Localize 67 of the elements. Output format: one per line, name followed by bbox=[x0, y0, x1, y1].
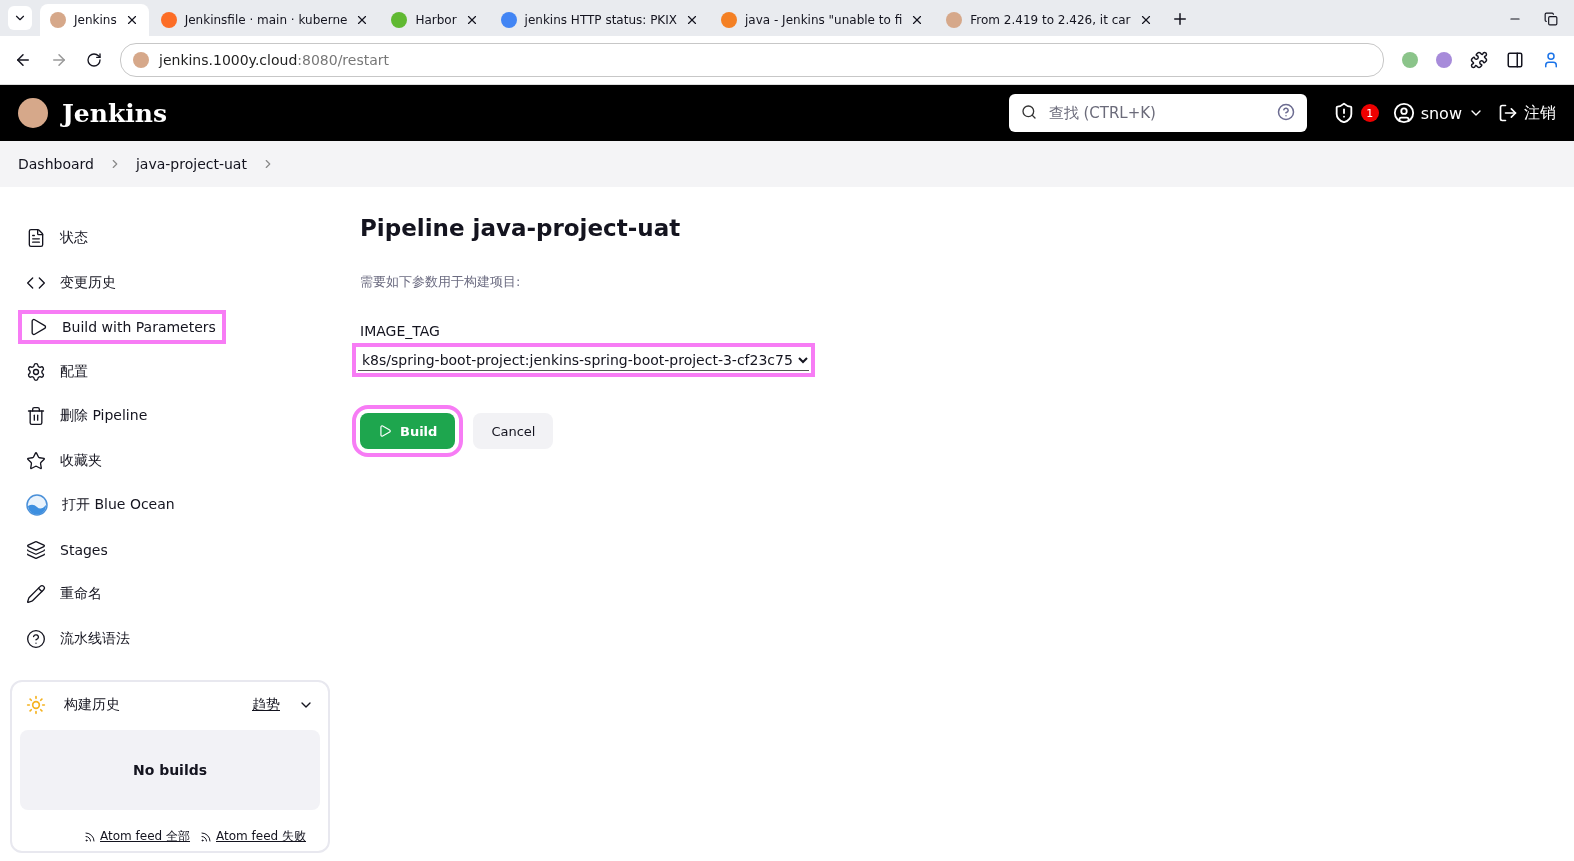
user-icon bbox=[1392, 102, 1415, 124]
page-title: Pipeline java-project-uat bbox=[360, 215, 681, 241]
pencil-icon bbox=[26, 584, 46, 604]
close-icon[interactable] bbox=[685, 13, 699, 27]
extensions-icon[interactable] bbox=[1470, 51, 1488, 69]
favicon-icon bbox=[946, 12, 963, 28]
extension-icon[interactable] bbox=[1436, 52, 1452, 68]
atom-feed-link[interactable]: Atom feed 全部 bbox=[84, 828, 190, 845]
atom-feed-link[interactable]: Atom feed 失败 bbox=[200, 828, 306, 845]
browser-tab[interactable]: Harbor bbox=[381, 4, 489, 36]
breadcrumb-link[interactable]: Dashboard bbox=[18, 156, 94, 172]
security-alert-button[interactable]: 1 bbox=[1332, 102, 1379, 124]
star-icon bbox=[26, 450, 46, 471]
layers-icon bbox=[26, 539, 46, 560]
site-icon bbox=[133, 52, 149, 68]
help-icon bbox=[26, 628, 46, 649]
sidebar-item[interactable]: Stages bbox=[18, 532, 118, 567]
logout-icon bbox=[1498, 103, 1518, 123]
sidebar-item[interactable]: 流水线语法 bbox=[18, 621, 140, 656]
breadcrumb-link[interactable]: java-project-uat bbox=[135, 156, 247, 172]
sun-icon bbox=[26, 695, 46, 715]
sidebar-item[interactable]: 打开 Blue Ocean bbox=[18, 488, 185, 522]
favicon-icon bbox=[721, 12, 737, 28]
search-icon bbox=[1020, 104, 1037, 120]
search-field[interactable]: 查找 (CTRL+K) bbox=[1008, 94, 1307, 132]
favicon-icon bbox=[50, 12, 66, 28]
browser-tab[interactable]: jenkins HTTP status: PKIX bbox=[490, 4, 709, 36]
parameter-select[interactable]: k8s/spring-boot-project:jenkins-spring-boot-project-3-cf23c75 bbox=[352, 343, 815, 377]
browser-tab[interactable]: From 2.419 to 2.426, it car bbox=[936, 4, 1163, 36]
browser-tab[interactable]: Jenkins bbox=[40, 4, 149, 36]
sidebar-item[interactable]: 状态 bbox=[18, 221, 98, 255]
trash-icon bbox=[26, 406, 46, 426]
ocean-icon bbox=[26, 494, 48, 516]
tab-list-button[interactable] bbox=[8, 6, 32, 30]
cancel-button[interactable]: Cancel bbox=[473, 413, 554, 449]
side-panel-icon[interactable] bbox=[1506, 51, 1524, 69]
intro-text: 需要如下参数用于构建项目: bbox=[360, 273, 521, 291]
jenkins-logo[interactable]: Jenkins bbox=[62, 98, 995, 128]
reload-icon[interactable] bbox=[86, 52, 102, 68]
logout-link[interactable]: 注销 bbox=[1498, 102, 1556, 124]
play-icon bbox=[378, 424, 392, 438]
sidebar-item[interactable]: 配置 bbox=[18, 354, 98, 389]
gear-icon bbox=[26, 361, 46, 382]
sidebar-item[interactable]: 收藏夹 bbox=[18, 443, 112, 478]
trend-link[interactable]: 趋势 bbox=[252, 696, 280, 714]
sidebar-item[interactable]: Build with Parameters bbox=[18, 310, 226, 344]
back-icon[interactable] bbox=[14, 51, 32, 69]
sidebar-item[interactable]: 重命名 bbox=[18, 577, 112, 611]
favicon-icon bbox=[391, 12, 408, 28]
rss-icon bbox=[200, 830, 212, 843]
browser-tab[interactable]: java - Jenkins "unable to fi bbox=[711, 4, 935, 36]
profile-icon[interactable] bbox=[1542, 51, 1560, 69]
sidebar-item[interactable]: 变更历史 bbox=[18, 265, 126, 300]
rss-icon bbox=[84, 830, 97, 843]
favicon-icon bbox=[500, 12, 517, 28]
address-bar[interactable]: jenkins.1000y.cloud:8080/restart bbox=[120, 43, 1384, 77]
favicon-icon bbox=[160, 12, 177, 28]
restore-icon[interactable] bbox=[1544, 12, 1558, 26]
empty-state: No builds bbox=[20, 730, 320, 810]
browser-tab[interactable]: Jenkinsfile · main · kuberne bbox=[150, 4, 380, 36]
user-menu[interactable]: snow bbox=[1392, 102, 1484, 124]
sidebar-item[interactable]: 删除 Pipeline bbox=[18, 399, 158, 433]
card-title: 构建历史 bbox=[64, 696, 121, 714]
forward-icon[interactable] bbox=[50, 51, 68, 69]
document-icon bbox=[26, 228, 46, 248]
help-icon[interactable] bbox=[1276, 103, 1295, 121]
parameter-label: IMAGE_TAG bbox=[360, 323, 440, 339]
